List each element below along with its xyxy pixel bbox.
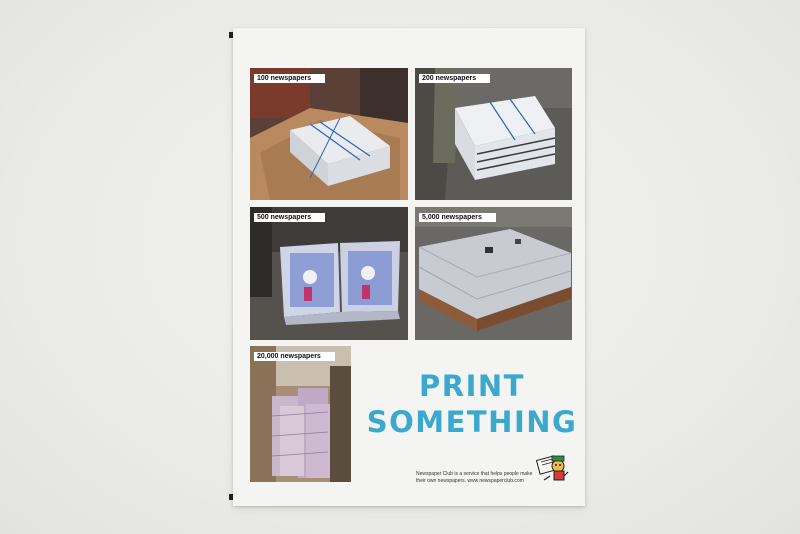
photo-20000-newspapers: 20,000 newspapers <box>250 346 351 482</box>
photo-label: 20,000 newspapers <box>254 352 335 361</box>
photo-label: 5,000 newspapers <box>419 213 496 222</box>
footer-line-2: their own newspapers. www.newspaperclub.… <box>416 478 524 484</box>
photo-5000-newspapers: 5,000 newspapers <box>415 207 572 340</box>
photo-500-newspapers: 500 newspapers <box>250 207 408 340</box>
photo-label: 500 newspapers <box>254 213 326 222</box>
headline-line-2: SOMETHING <box>366 405 578 439</box>
newspaper-club-mascot-icon <box>535 452 570 484</box>
footer-text: Newspaper Club is a service that helps p… <box>416 471 546 485</box>
headline: PRINT SOMETHING <box>362 368 582 440</box>
footer-line-1: Newspaper Club is a service that helps p… <box>416 471 533 477</box>
photo-label: 200 newspapers <box>419 74 491 83</box>
photo-label: 100 newspapers <box>254 74 326 83</box>
photo-200-newspapers: 200 newspapers <box>415 68 572 200</box>
photo-100-newspapers: 100 newspapers <box>250 68 408 200</box>
headline-line-1: PRINT <box>419 369 525 403</box>
